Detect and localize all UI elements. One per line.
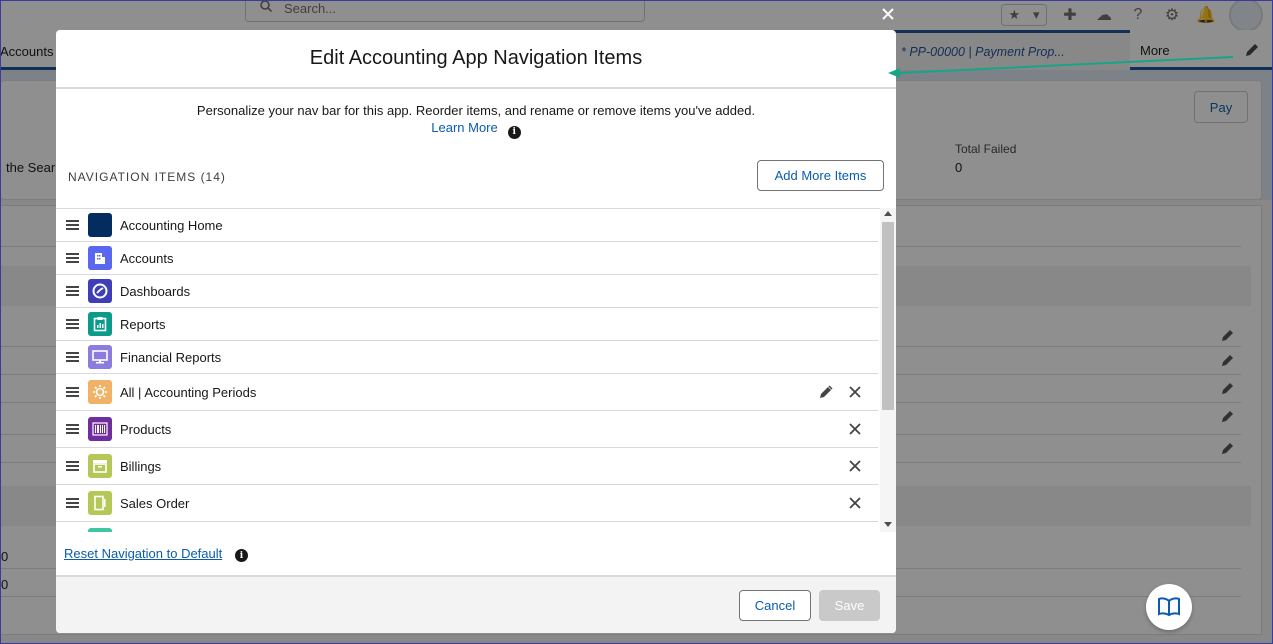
drag-handle-icon[interactable] <box>66 498 79 508</box>
nav-item-label: Sales Order <box>120 495 190 511</box>
drag-handle-icon[interactable] <box>66 220 79 230</box>
remove-item-icon[interactable] <box>848 496 862 510</box>
navigation-items-heading: NAVIGATION ITEMS (14) <box>68 170 226 184</box>
info-icon[interactable]: i <box>235 549 248 562</box>
nav-item-label: All | Accounting Periods <box>120 384 257 400</box>
drag-handle-icon[interactable] <box>66 319 79 329</box>
scroll-down-arrow-icon[interactable] <box>884 522 892 527</box>
nav-item-row[interactable]: Billings <box>56 448 878 485</box>
nav-item-label: Accounts <box>120 250 174 266</box>
scrollbar-thumb[interactable] <box>882 222 894 410</box>
edit-nav-modal: Edit Accounting App Navigation Items Per… <box>56 30 896 633</box>
modal-title: Edit Accounting App Navigation Items <box>309 47 643 69</box>
nav-item-label: Accounting Home <box>120 217 223 233</box>
nav-item-label: Financial Reports <box>120 349 222 365</box>
tablet-icon <box>88 491 112 515</box>
remove-item-icon[interactable] <box>848 385 862 399</box>
cancel-button[interactable]: Cancel <box>739 590 811 621</box>
nav-item-row[interactable]: All | Accounting Periods <box>56 374 878 411</box>
archive-icon <box>88 454 112 478</box>
drag-handle-icon[interactable] <box>66 286 79 296</box>
clipboard-icon <box>88 312 112 336</box>
drag-handle-icon[interactable] <box>66 352 79 362</box>
drag-handle-icon[interactable] <box>66 424 79 434</box>
home-square-icon <box>88 213 112 237</box>
modal-intro: Personalize your nav bar for this app. R… <box>56 89 896 139</box>
close-icon <box>882 8 894 20</box>
intro-text: Personalize your nav bar for this app. R… <box>196 103 756 118</box>
gear-sun-icon <box>88 380 112 404</box>
scroll-up-arrow-icon[interactable] <box>884 211 892 216</box>
nav-item-label: Billings <box>120 458 162 474</box>
nav-item-row[interactable]: Reports <box>56 308 878 341</box>
nav-item-row[interactable]: Accounting Home <box>56 209 878 242</box>
partial-icon <box>88 528 112 532</box>
modal-close-button[interactable] <box>878 4 898 24</box>
learn-more-link[interactable]: Learn More <box>431 120 497 135</box>
nav-item-row[interactable]: Accounts <box>56 242 878 275</box>
gauge-icon <box>88 279 112 303</box>
reset-navigation-link[interactable]: Reset Navigation to Default <box>64 546 222 561</box>
monitor-icon <box>88 345 112 369</box>
nav-item-label: Dashboards <box>120 283 191 299</box>
open-book-icon <box>1158 597 1180 617</box>
save-button[interactable]: Save <box>819 590 880 621</box>
nav-item-label: Reports <box>120 316 166 332</box>
drag-handle-icon[interactable] <box>66 387 79 397</box>
remove-item-icon[interactable] <box>848 459 862 473</box>
nav-item-row[interactable]: Financial Reports <box>56 341 878 374</box>
barcode-icon <box>88 417 112 441</box>
drag-handle-icon[interactable] <box>66 461 79 471</box>
list-scrollbar[interactable] <box>880 208 896 532</box>
navigation-items-list: Accounting Home Accounts Dashboards Repo… <box>56 208 896 532</box>
nav-item-row[interactable] <box>56 522 878 532</box>
rename-pencil-icon[interactable] <box>819 385 833 399</box>
help-book-button[interactable] <box>1146 584 1192 630</box>
modal-footer: Cancel Save <box>56 575 896 633</box>
add-more-items-button[interactable]: Add More Items <box>757 160 884 191</box>
nav-item-row[interactable]: Sales Order <box>56 485 878 522</box>
remove-item-icon[interactable] <box>848 422 862 436</box>
drag-handle-icon[interactable] <box>66 253 79 263</box>
nav-item-label: Products <box>120 421 172 437</box>
building-icon <box>88 246 112 270</box>
nav-item-row[interactable]: Products <box>56 411 878 448</box>
annotation-arrow <box>888 56 1234 78</box>
modal-header: Edit Accounting App Navigation Items <box>56 30 896 89</box>
nav-item-row[interactable]: Dashboards <box>56 275 878 308</box>
info-icon[interactable]: i <box>507 126 521 139</box>
